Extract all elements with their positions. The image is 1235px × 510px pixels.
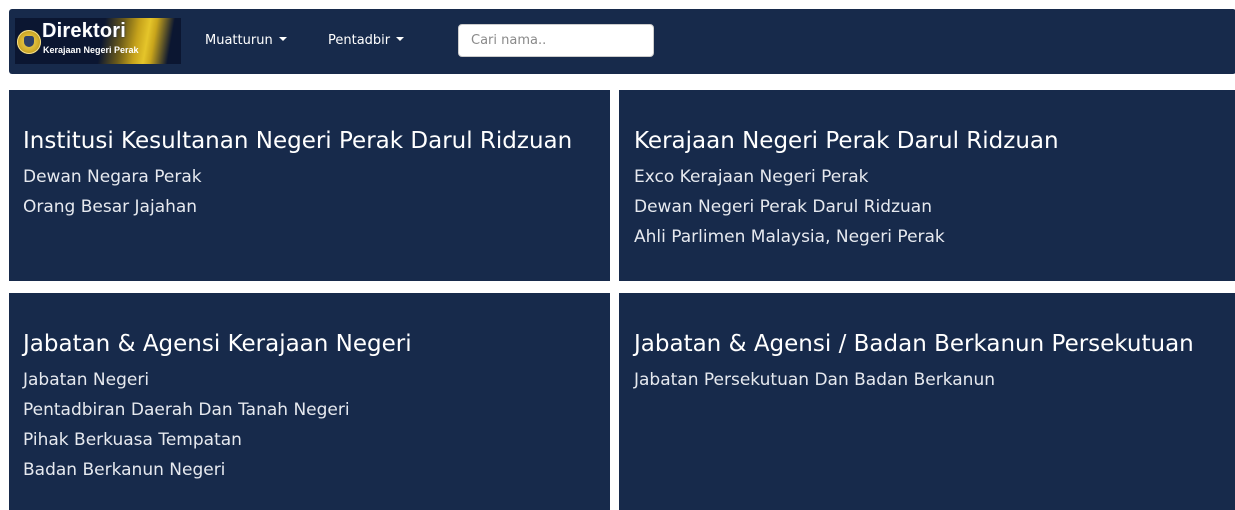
card-link-list: Jabatan Persekutuan Dan Badan Berkanun — [634, 365, 1221, 395]
menu-muatturun[interactable]: Muatturun — [205, 33, 287, 49]
card-title: Jabatan & Agensi Kerajaan Negeri — [23, 331, 412, 357]
card-title: Jabatan & Agensi / Badan Berkanun Persek… — [634, 331, 1194, 357]
link-jabatan-negeri[interactable]: Jabatan Negeri — [23, 365, 596, 395]
card-link-list: Dewan Negara Perak Orang Besar Jajahan — [23, 162, 596, 222]
menu-pentadbir[interactable]: Pentadbir — [328, 33, 405, 49]
navbar: Direktori Kerajaan Negeri Perak Muatturu… — [9, 9, 1235, 74]
link-pihak-berkuasa-tempatan[interactable]: Pihak Berkuasa Tempatan — [23, 425, 596, 455]
link-ahli-parlimen[interactable]: Ahli Parlimen Malaysia, Negeri Perak — [634, 222, 1221, 252]
card-title: Kerajaan Negeri Perak Darul Ridzuan — [634, 128, 1059, 154]
card-title: Institusi Kesultanan Negeri Perak Darul … — [23, 128, 573, 154]
card-link-list: Exco Kerajaan Negeri Perak Dewan Negeri … — [634, 162, 1221, 252]
menu-pentadbir-label: Pentadbir — [328, 33, 391, 48]
link-exco-kerajaan[interactable]: Exco Kerajaan Negeri Perak — [634, 162, 1221, 192]
logo-subtitle: Kerajaan Negeri Perak — [43, 45, 139, 55]
link-badan-berkanun-negeri[interactable]: Badan Berkanun Negeri — [23, 455, 596, 485]
search-input[interactable] — [458, 24, 654, 57]
menu-muatturun-label: Muatturun — [205, 33, 273, 48]
perak-crest-icon — [17, 30, 41, 54]
card-jabatan-agensi-negeri: Jabatan & Agensi Kerajaan Negeri Jabatan… — [9, 293, 610, 510]
link-dewan-negeri[interactable]: Dewan Negeri Perak Darul Ridzuan — [634, 192, 1221, 222]
site-logo[interactable]: Direktori Kerajaan Negeri Perak — [15, 18, 181, 64]
link-dewan-negara-perak[interactable]: Dewan Negara Perak — [23, 162, 596, 192]
card-kerajaan-negeri: Kerajaan Negeri Perak Darul Ridzuan Exco… — [619, 90, 1235, 281]
link-pentadbiran-daerah[interactable]: Pentadbiran Daerah Dan Tanah Negeri — [23, 395, 596, 425]
card-institusi-kesultanan: Institusi Kesultanan Negeri Perak Darul … — [9, 90, 610, 281]
link-orang-besar-jajahan[interactable]: Orang Besar Jajahan — [23, 192, 596, 222]
link-jabatan-persekutuan[interactable]: Jabatan Persekutuan Dan Badan Berkanun — [634, 365, 1221, 395]
caret-down-icon — [396, 37, 405, 41]
card-link-list: Jabatan Negeri Pentadbiran Daerah Dan Ta… — [23, 365, 596, 485]
caret-down-icon — [278, 37, 287, 41]
logo-title: Direktori — [42, 20, 127, 42]
card-jabatan-persekutuan: Jabatan & Agensi / Badan Berkanun Persek… — [619, 293, 1235, 510]
